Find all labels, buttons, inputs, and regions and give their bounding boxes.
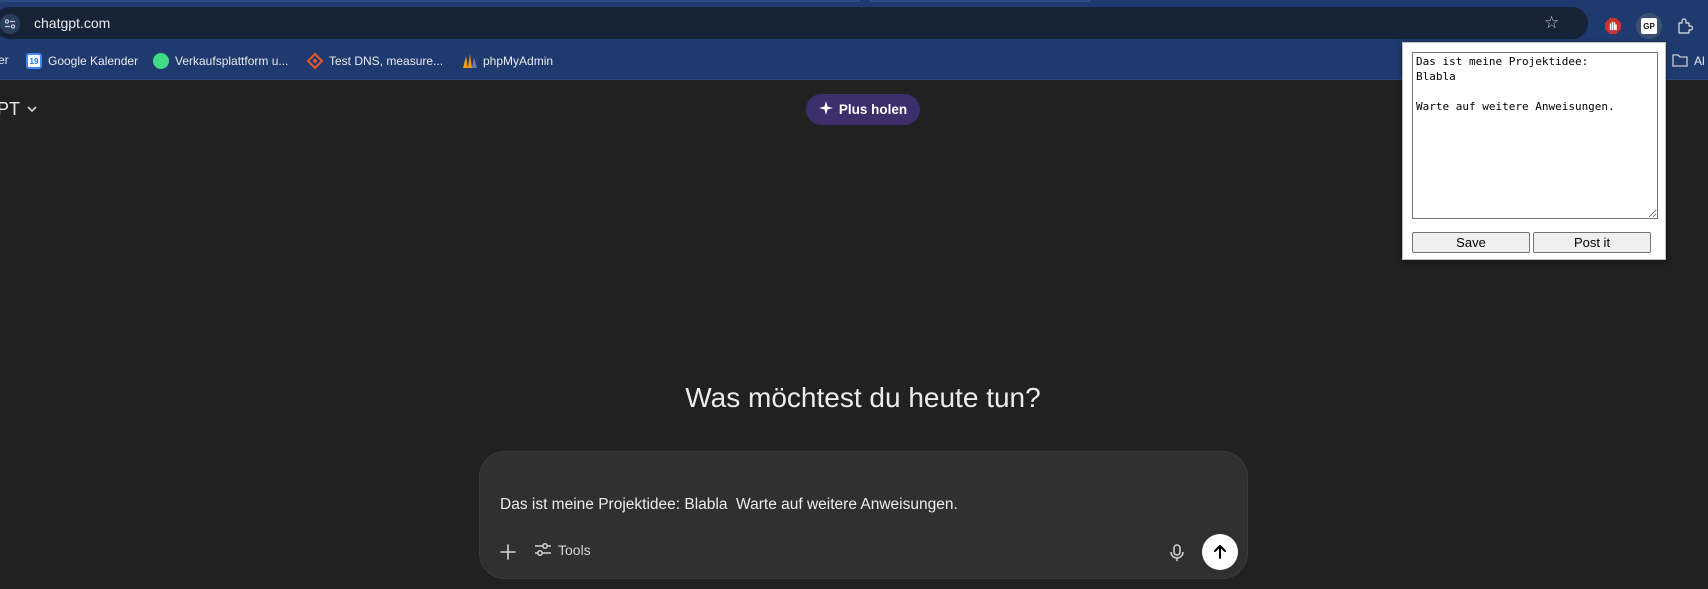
tab-indicator[interactable] [870,0,1090,2]
bookmark-label: Verkaufsplattform u... [175,54,289,68]
arrow-up-icon [1214,545,1226,559]
bookmark-label: Test DNS, measure... [329,54,444,68]
adblock-icon[interactable] [1600,13,1626,39]
site-info-icon[interactable] [0,14,20,34]
chevron-down-icon [26,99,38,120]
chat-composer[interactable]: Das ist meine Projektidee: Blabla Warte … [479,451,1248,579]
bookmark-label: Al [1694,54,1705,68]
dns-icon [306,52,324,70]
microphone-button[interactable] [1165,541,1189,565]
get-plus-label: Plus holen [838,102,908,117]
google-calendar-icon: 19 [26,53,42,69]
microphone-icon [1170,544,1184,561]
url-text[interactable]: chatgpt.com [34,15,110,31]
post-it-button[interactable]: Post it [1533,232,1651,253]
bookmark-item-test-dns[interactable]: Test DNS, measure... [306,52,444,70]
address-bar: chatgpt.com ☆ GP [0,4,1708,42]
bookmark-item-google-kalender[interactable]: 19 Google Kalender [26,53,138,69]
plus-icon [500,544,516,560]
composer-input[interactable]: Das ist meine Projektidee: Blabla Warte … [500,496,958,514]
folder-icon [1672,53,1688,69]
model-selector[interactable]: PT [0,99,38,120]
omnibox[interactable]: chatgpt.com ☆ [0,7,1588,39]
page-headline: Was möchtest du heute tun? [685,382,1041,413]
send-button[interactable] [1202,534,1238,570]
tools-label: Tools [558,542,591,558]
gp-badge: GP [1641,18,1657,34]
model-label: PT [0,99,21,119]
bookmark-star-icon[interactable]: ☆ [1544,13,1559,33]
sliders-icon [535,543,551,556]
bookmark-item-verkaufsplattform[interactable]: Verkaufsplattform u... [153,53,288,69]
phpmyadmin-icon [461,53,477,69]
bookmark-label: Google Kalender [48,54,139,68]
tools-button[interactable]: Tools [534,542,591,558]
prompt-textarea[interactable]: Das ist meine Projektidee: Blabla Warte … [1412,52,1658,219]
extension-popup: Das ist meine Projektidee: Blabla Warte … [1402,42,1666,260]
tab-indicator[interactable] [0,0,860,2]
get-plus-button[interactable]: Plus holen [806,94,920,125]
shop-icon [153,53,169,69]
bookmark-label: phpMyAdmin [483,54,554,68]
sparkle-icon [818,101,833,118]
bookmark-item-phpmyadmin[interactable]: phpMyAdmin [461,53,553,69]
puzzle-icon[interactable] [1672,13,1698,39]
bookmark-item[interactable]: er [0,53,9,67]
bookmark-folder-all[interactable]: Al [1672,53,1705,69]
gp-extension-icon[interactable]: GP [1636,13,1662,39]
save-button[interactable]: Save [1412,232,1530,253]
bookmark-label: er [0,53,9,67]
add-attachment-button[interactable] [496,540,520,564]
